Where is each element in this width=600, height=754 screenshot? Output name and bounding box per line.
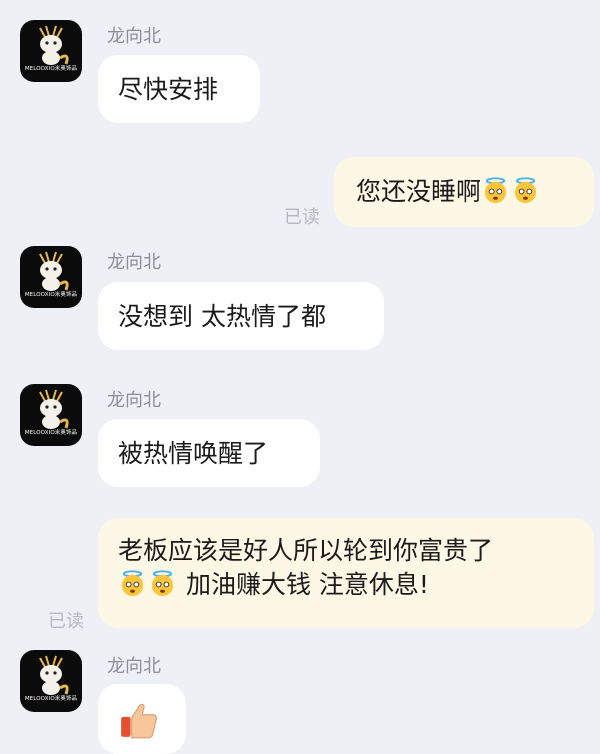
chat-view: MELOOXIO米奥饰品 龙向北 尽快安排 已读 您还没睡啊 MELOOXIO米… [0, 0, 600, 754]
sender-name: 龙向北 [107, 390, 161, 411]
avatar-brand: MELOOXIO米奥饰品 [24, 292, 78, 298]
fox-mascot-icon [39, 251, 69, 291]
avatar-brand: MELOOXIO米奥饰品 [24, 696, 78, 702]
cold-sweat-halo-face-icon [118, 569, 147, 598]
avatar[interactable]: MELOOXIO米奥饰品 [20, 20, 82, 82]
sender-name: 龙向北 [107, 252, 161, 273]
message-text: 尽快安排 [118, 75, 219, 104]
sender-name: 龙向北 [107, 656, 161, 677]
avatar-brand: MELOOXIO米奥饰品 [24, 66, 78, 72]
incoming-sticker-bubble[interactable] [98, 684, 186, 754]
avatar[interactable]: MELOOXIO米奥饰品 [20, 384, 82, 446]
thumbs-up-icon [121, 703, 158, 739]
fox-mascot-icon [39, 389, 69, 429]
read-receipt: 已读 [284, 207, 320, 228]
message-text-line-1: 老板应该是好人所以轮到你富贵了 [118, 536, 494, 565]
read-receipt: 已读 [48, 611, 84, 632]
sender-name: 龙向北 [107, 26, 161, 47]
cold-sweat-halo-face-icon [148, 569, 177, 598]
outgoing-message-bubble[interactable]: 您还没睡啊 [334, 157, 594, 227]
cold-sweat-halo-face-icon [481, 176, 510, 205]
avatar-brand: MELOOXIO米奥饰品 [24, 430, 78, 436]
avatar[interactable]: MELOOXIO米奥饰品 [20, 246, 82, 308]
avatar[interactable]: MELOOXIO米奥饰品 [20, 650, 82, 712]
fox-mascot-icon [39, 655, 69, 695]
fox-mascot-icon [39, 25, 69, 65]
message-text: 没想到 太热情了都 [118, 302, 326, 331]
outgoing-message-bubble[interactable]: 老板应该是好人所以轮到你富贵了 加油赚大钱 注意休息! [98, 518, 594, 628]
incoming-message-bubble[interactable]: 被热情唤醒了 [98, 419, 320, 487]
incoming-message-bubble[interactable]: 尽快安排 [98, 55, 260, 123]
incoming-message-bubble[interactable]: 没想到 太热情了都 [98, 282, 384, 350]
message-text: 您还没睡啊 [356, 177, 482, 206]
message-text-line-2: 加油赚大钱 注意休息! [178, 570, 429, 599]
cold-sweat-halo-face-icon [511, 176, 540, 205]
message-text: 被热情唤醒了 [118, 439, 269, 468]
